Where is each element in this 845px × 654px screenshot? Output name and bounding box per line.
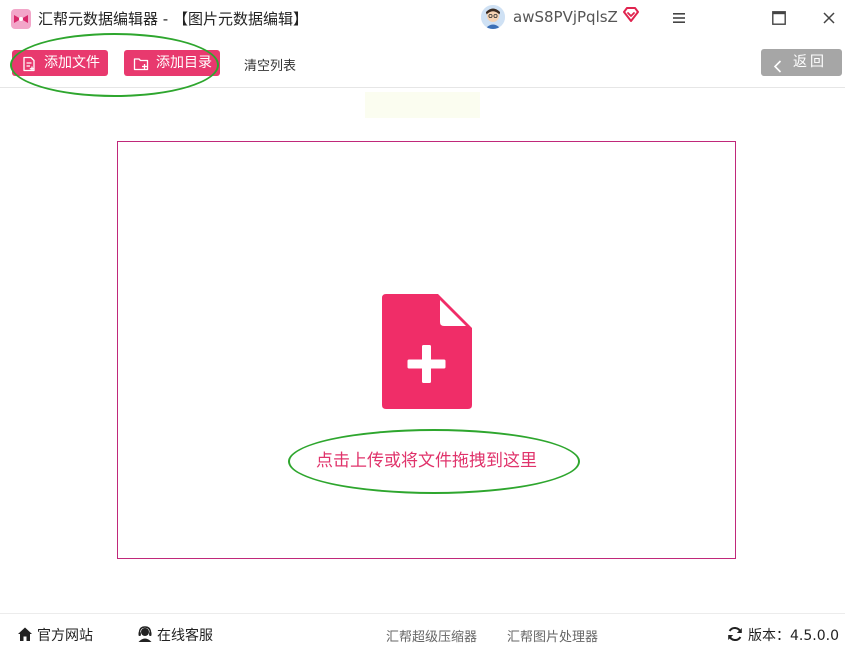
- chevron-left-icon: [773, 56, 783, 83]
- app-logo-icon: [11, 9, 31, 29]
- upload-file-icon[interactable]: [382, 294, 472, 409]
- faint-banner: [365, 92, 480, 118]
- upload-dropzone[interactable]: 点击上传或将文件拖拽到这里: [117, 141, 736, 559]
- folder-add-icon: [133, 55, 149, 71]
- window-title: 汇帮元数据编辑器 - 【图片元数据编辑】: [38, 10, 308, 28]
- hamburger-menu-icon[interactable]: [665, 4, 693, 32]
- title-bar: 汇帮元数据编辑器 - 【图片元数据编辑】 awS8PVjPqlsZ: [0, 0, 845, 36]
- headset-icon: [137, 626, 153, 642]
- close-icon[interactable]: [815, 4, 843, 32]
- clear-list-button[interactable]: 清空列表: [244, 55, 296, 74]
- version-info[interactable]: 版本：4.5.0.0: [727, 625, 839, 645]
- add-file-button[interactable]: 添加文件: [12, 50, 108, 76]
- version-label: 版本：4.5.0.0: [748, 628, 839, 644]
- back-button[interactable]: 返回: [761, 49, 842, 76]
- user-avatar[interactable]: [481, 5, 505, 29]
- add-file-label: 添加文件: [44, 55, 100, 71]
- refresh-icon: [727, 626, 743, 642]
- official-website-label: 官方网站: [37, 628, 93, 644]
- online-service-link[interactable]: 在线客服: [137, 625, 232, 645]
- image-processor-link[interactable]: 汇帮图片处理器: [507, 626, 598, 645]
- official-website-link[interactable]: 官方网站: [17, 625, 107, 645]
- home-icon: [17, 626, 33, 642]
- file-add-icon: [21, 55, 37, 72]
- back-label: 返回: [793, 54, 827, 70]
- dropzone-hint[interactable]: 点击上传或将文件拖拽到这里: [118, 446, 735, 471]
- username[interactable]: awS8PVjPqlsZ: [513, 8, 618, 26]
- maximize-icon[interactable]: [765, 4, 793, 32]
- online-service-label: 在线客服: [157, 628, 213, 644]
- compressor-link[interactable]: 汇帮超级压缩器: [386, 626, 477, 645]
- status-bar: 官方网站 在线客服 汇帮超级压缩器 汇帮图片处理器 版本：4.5.0.0: [0, 613, 845, 654]
- vip-diamond-icon[interactable]: [622, 6, 640, 24]
- add-folder-label: 添加目录: [156, 55, 212, 71]
- add-folder-button[interactable]: 添加目录: [124, 50, 220, 76]
- toolbar: 添加文件 添加目录 清空列表 返回: [0, 36, 845, 88]
